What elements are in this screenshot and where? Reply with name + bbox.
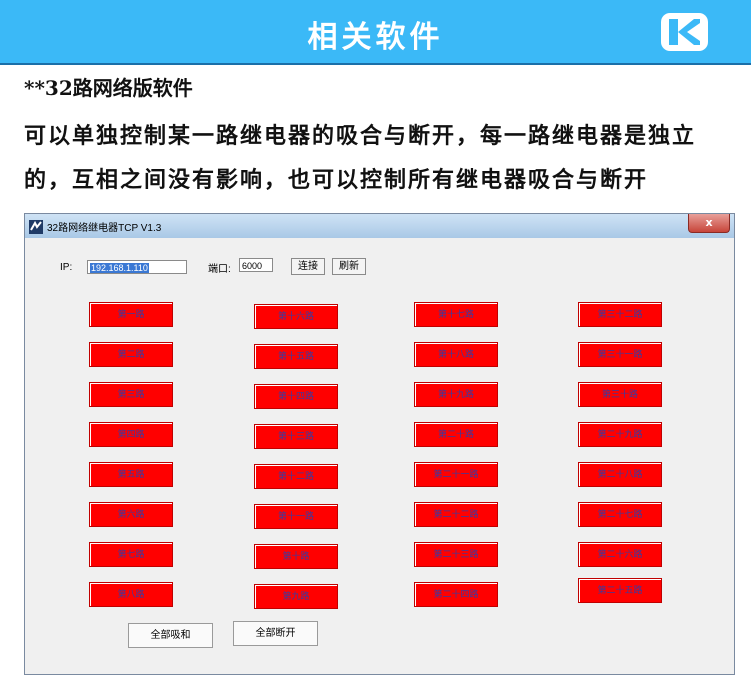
relay-button[interactable]: 第二十一路 <box>414 462 498 487</box>
banner-divider <box>0 63 751 65</box>
window-titlebar[interactable]: 32路网络继电器TCP V1.3 x <box>25 214 734 238</box>
close-button[interactable]: x <box>688 214 730 233</box>
relay-button[interactable]: 第二十九路 <box>578 422 662 447</box>
relay-button[interactable]: 第六路 <box>89 502 173 527</box>
relay-button[interactable]: 第八路 <box>89 582 173 607</box>
port-input[interactable]: 6000 <box>239 258 273 272</box>
ip-input-value: 192.168.1.110 <box>90 263 149 273</box>
relay-button[interactable]: 第四路 <box>89 422 173 447</box>
relay-button[interactable]: 第九路 <box>254 584 338 609</box>
port-label: 端口: <box>208 264 231 275</box>
relay-button[interactable]: 第十三路 <box>254 424 338 449</box>
banner-title: 相关软件 <box>307 20 444 55</box>
ip-input[interactable]: 192.168.1.110 <box>87 260 187 274</box>
app-window: 32路网络继电器TCP V1.3 x IP: 192.168.1.110 端口:… <box>24 213 735 675</box>
relay-button[interactable]: 第二十二路 <box>414 502 498 527</box>
intro-heading: **32路网络版软件 <box>24 76 193 100</box>
relay-button[interactable]: 第二十路 <box>414 422 498 447</box>
relay-button[interactable]: 第十二路 <box>254 464 338 489</box>
relay-button[interactable]: 第二路 <box>89 342 173 367</box>
relay-button[interactable]: 第十一路 <box>254 504 338 529</box>
relay-button[interactable]: 第十六路 <box>254 304 338 329</box>
relay-button[interactable]: 第十七路 <box>414 302 498 327</box>
relay-button[interactable]: 第二十八路 <box>578 462 662 487</box>
relay-button[interactable]: 第二十三路 <box>414 542 498 567</box>
intro-body: 可以单独控制某一路继电器的吸合与断开，每一路继电器是独立的，互相之间没有影响，也… <box>24 123 697 193</box>
k-logo-icon <box>661 13 708 51</box>
relay-button[interactable]: 第十四路 <box>254 384 338 409</box>
app-icon <box>29 219 43 234</box>
relay-button[interactable]: 第二十六路 <box>578 542 662 567</box>
refresh-button[interactable]: 刷新 <box>332 258 366 275</box>
relay-button[interactable]: 第五路 <box>89 462 173 487</box>
relay-button[interactable]: 第二十五路 <box>578 578 662 603</box>
all-on-button[interactable]: 全部吸和 <box>128 623 213 648</box>
relay-button[interactable]: 第十路 <box>254 544 338 569</box>
relay-button[interactable]: 第十五路 <box>254 344 338 369</box>
relay-button[interactable]: 第二十四路 <box>414 582 498 607</box>
connect-button[interactable]: 连接 <box>291 258 325 275</box>
relay-button[interactable]: 第十九路 <box>414 382 498 407</box>
window-title: 32路网络继电器TCP V1.3 <box>47 223 162 234</box>
relay-button[interactable]: 第二十七路 <box>578 502 662 527</box>
relay-button[interactable]: 第三十一路 <box>578 342 662 367</box>
ip-label: IP: <box>60 262 73 273</box>
relay-button[interactable]: 第十八路 <box>414 342 498 367</box>
relay-button[interactable]: 第三路 <box>89 382 173 407</box>
banner: 相关软件 <box>0 0 751 63</box>
relay-button[interactable]: 第七路 <box>89 542 173 567</box>
relay-button[interactable]: 第三十二路 <box>578 302 662 327</box>
window-client: IP: 192.168.1.110 端口: 6000 连接 刷新 全部吸和 全部… <box>29 238 730 670</box>
relay-button[interactable]: 第三十路 <box>578 382 662 407</box>
all-off-button[interactable]: 全部断开 <box>233 621 318 646</box>
relay-button[interactable]: 第一路 <box>89 302 173 327</box>
